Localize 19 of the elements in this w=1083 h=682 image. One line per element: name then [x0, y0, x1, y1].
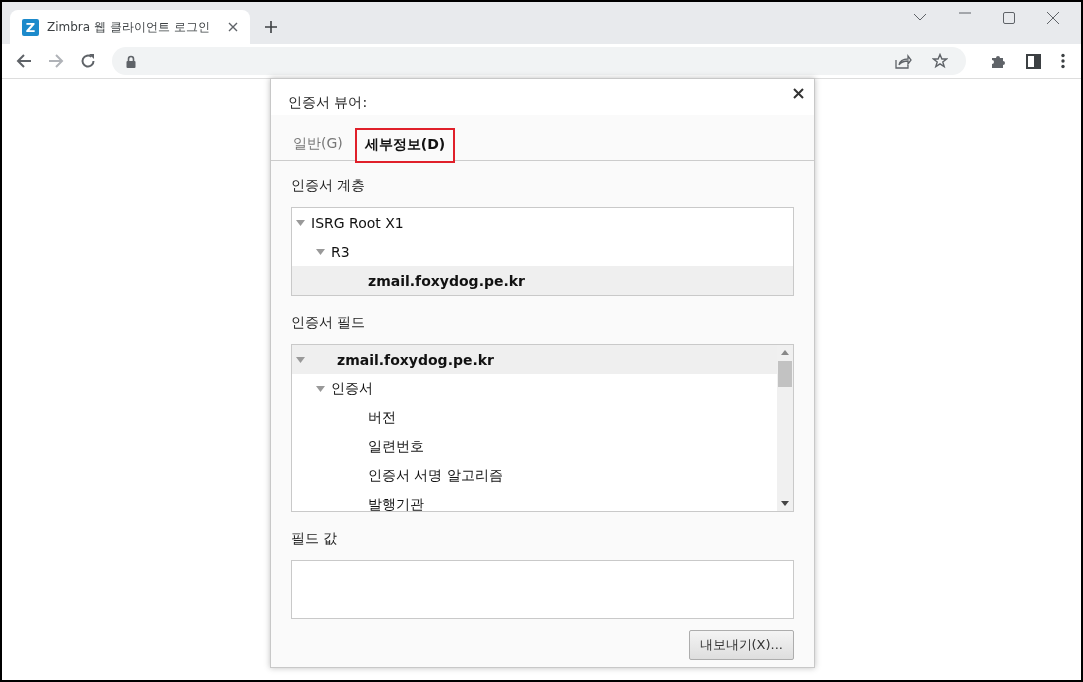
- section-label: 인증서 계층: [291, 177, 367, 195]
- tree-item[interactable]: 인증서: [292, 374, 777, 403]
- tree-item[interactable]: 인증서 서명 알고리즘: [292, 461, 777, 490]
- tree-item[interactable]: 버전: [292, 403, 777, 432]
- tab[interactable]: 일반(G): [283, 127, 353, 160]
- tree-item[interactable]: zmail.foxydog.pe.kr: [292, 266, 793, 295]
- tab-title: Zimbra 웹 클라이언트 로그인: [47, 18, 211, 36]
- section-label: 필드 값: [291, 530, 339, 548]
- dialog-title: 인증서 뷰어:: [288, 94, 368, 112]
- tree-item[interactable]: 발행기관: [292, 490, 777, 511]
- tree-item[interactable]: ISRG Root X1: [292, 208, 793, 237]
- section-label: 인증서 필드: [291, 314, 367, 332]
- export-button[interactable]: 내보내기(X)...: [688, 630, 794, 660]
- tab[interactable]: 세부정보(D): [354, 128, 456, 163]
- tree-item[interactable]: 일련번호: [292, 432, 777, 461]
- browser-tab[interactable]: Z Zimbra 웹 클라이언트 로그인: [10, 10, 250, 44]
- tree-item[interactable]: zmail.foxydog.pe.kr: [292, 345, 777, 374]
- favicon: Z: [22, 18, 39, 36]
- tree-item[interactable]: R3: [292, 237, 793, 266]
